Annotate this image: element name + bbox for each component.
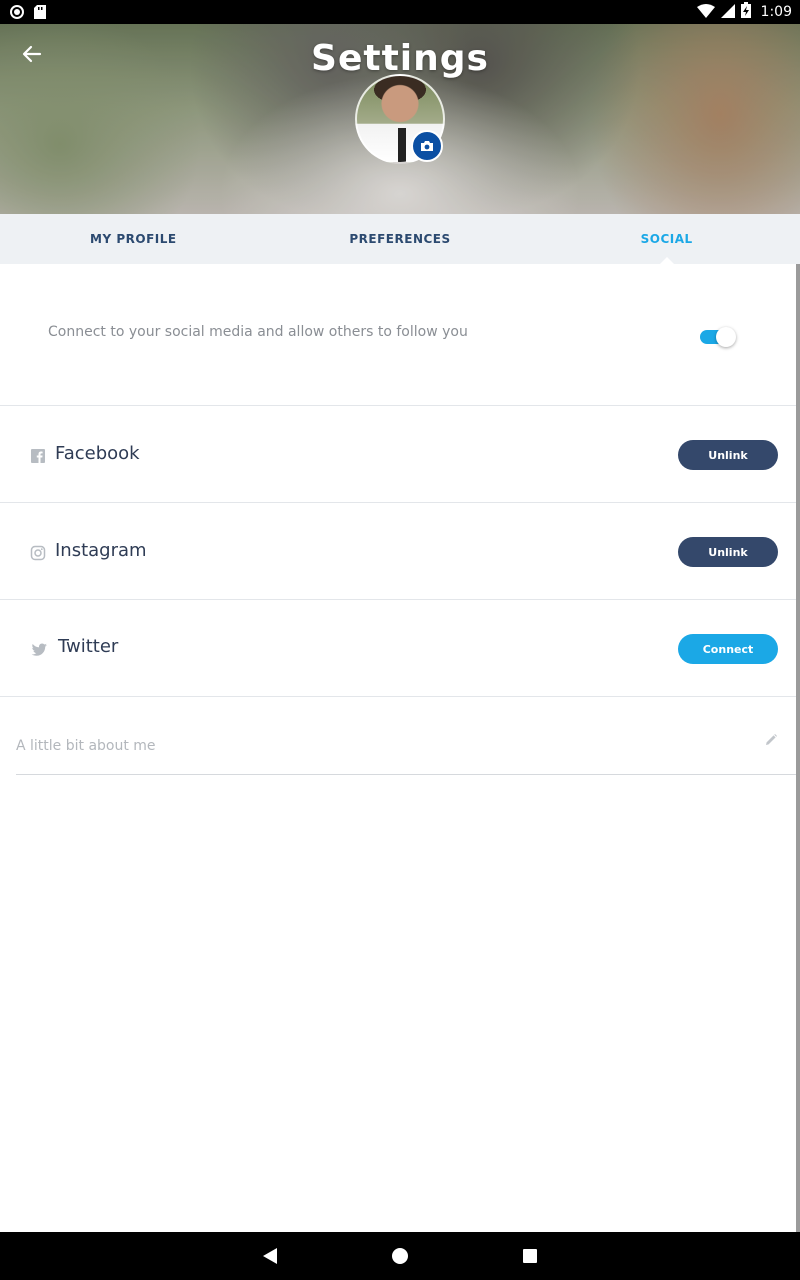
social-row-facebook: Facebook Unlink (0, 406, 796, 503)
instagram-unlink-button[interactable]: Unlink (678, 537, 778, 567)
about-me-input[interactable] (16, 738, 716, 754)
social-connect-toggle[interactable] (700, 326, 736, 348)
social-settings-panel: Connect to your social media and allow o… (0, 264, 800, 1232)
social-row-twitter: Twitter Connect (0, 600, 796, 697)
social-connect-label: Connect to your social media and allow o… (48, 324, 468, 340)
social-row-instagram: Instagram Unlink (0, 503, 796, 600)
profile-header: Settings (0, 24, 800, 214)
twitter-label: Twitter (58, 636, 119, 657)
instagram-label: Instagram (55, 540, 147, 561)
recents-square-icon (523, 1249, 537, 1263)
scrollbar[interactable] (796, 264, 800, 1232)
status-bar: 1:09 (0, 0, 800, 24)
nav-recents-button[interactable] (520, 1246, 540, 1266)
signal-icon (720, 3, 735, 22)
nav-back-button[interactable] (260, 1246, 280, 1266)
tab-preferences[interactable]: PREFERENCES (267, 214, 534, 264)
facebook-icon (30, 448, 46, 464)
record-icon (10, 4, 24, 23)
system-nav-bar (0, 1232, 800, 1280)
wifi-icon (696, 3, 715, 22)
page-title: Settings (311, 38, 489, 79)
status-time: 1:09 (760, 4, 792, 20)
social-connect-row: Connect to your social media and allow o… (0, 264, 796, 406)
toggle-thumb (716, 327, 736, 347)
about-me-field (16, 696, 796, 775)
tab-social[interactable]: SOCIAL (533, 214, 800, 265)
camera-icon (421, 141, 433, 151)
facebook-unlink-button[interactable]: Unlink (678, 440, 778, 470)
pencil-icon[interactable] (764, 732, 778, 746)
home-circle-icon (392, 1248, 408, 1264)
twitter-connect-button[interactable]: Connect (678, 634, 778, 664)
twitter-icon (30, 642, 48, 658)
sd-card-icon (34, 4, 46, 23)
nav-home-button[interactable] (390, 1246, 410, 1266)
instagram-icon (30, 545, 46, 561)
tab-my-profile[interactable]: MY PROFILE (0, 214, 267, 264)
change-photo-button[interactable] (411, 130, 443, 162)
facebook-label: Facebook (55, 443, 140, 464)
settings-tabs: MY PROFILE PREFERENCES SOCIAL (0, 214, 800, 265)
battery-charging-icon (740, 2, 751, 22)
back-triangle-icon (263, 1248, 277, 1264)
